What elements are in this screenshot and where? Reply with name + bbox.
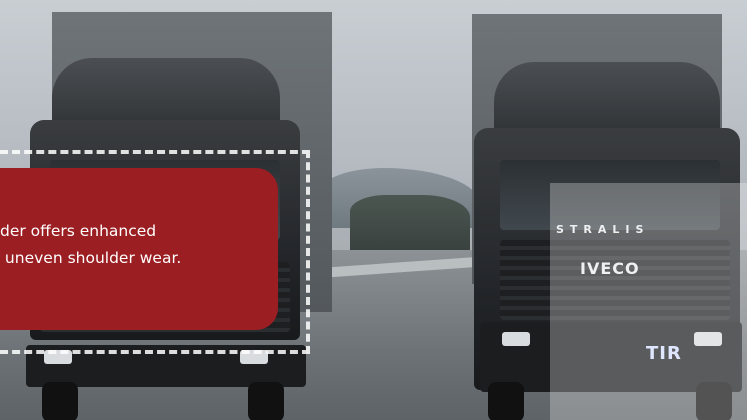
truck-model: STRALIS [556, 223, 650, 236]
callout-text: der offers enhanced uneven shoulder wear… [0, 218, 181, 272]
wheel-left-2 [248, 382, 284, 420]
headlight-right-1 [502, 332, 530, 346]
translucent-overlay: STRALIS IVECO TIR [550, 183, 747, 420]
wheel-right-1 [488, 382, 524, 420]
callout-line-1: der offers enhanced [0, 222, 157, 240]
license-plate: TIR [646, 343, 682, 364]
feature-callout: der offers enhanced uneven shoulder wear… [0, 168, 278, 330]
truck-brand: IVECO [580, 259, 640, 278]
callout-line-2: uneven shoulder wear. [0, 249, 182, 267]
wheel-left-1 [42, 382, 78, 420]
trees [350, 195, 470, 250]
